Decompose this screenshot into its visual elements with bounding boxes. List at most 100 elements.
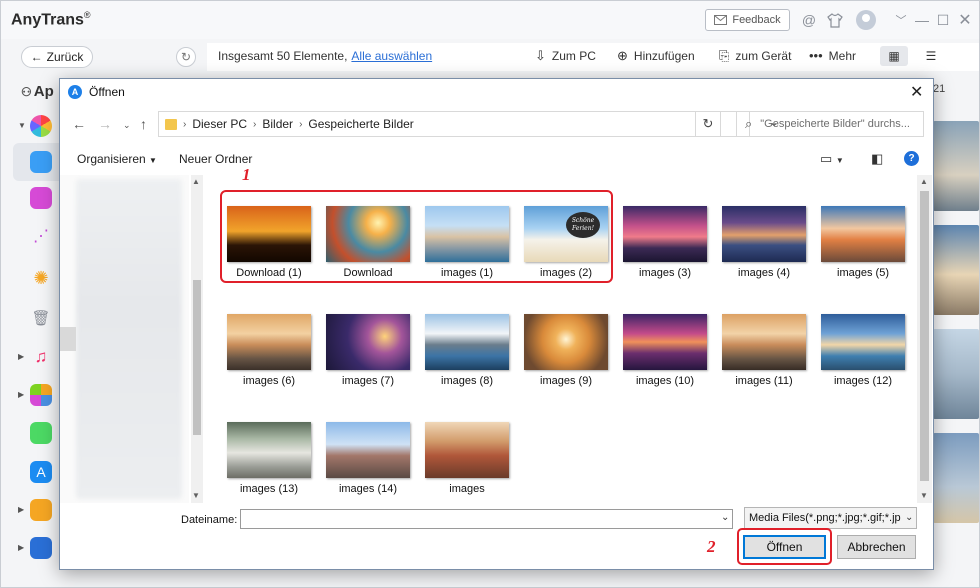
filetype-select[interactable]: Media Files(*.png;*.jpg;*.gif;*.jp — [744, 507, 917, 529]
palm-beach-thumbnail — [821, 314, 905, 370]
scrollbar-thumb[interactable] — [193, 280, 201, 435]
file-item[interactable]: images (10) — [616, 283, 712, 387]
recent-chevron-icon[interactable]: ⌄ — [123, 120, 131, 131]
file-name: images (8) — [441, 375, 493, 387]
scroll-down-icon[interactable]: ▼ — [920, 491, 928, 500]
view-options-icon[interactable]: ▭ ▼ — [820, 151, 844, 167]
new-folder-button[interactable]: Neuer Ordner — [179, 152, 252, 166]
file-item[interactable]: images (7) — [319, 283, 415, 387]
sidebar-item-appstore[interactable]: A — [1, 457, 63, 487]
up-arrow-icon[interactable]: ↑ — [140, 116, 147, 132]
file-item[interactable]: images (11) — [715, 283, 811, 387]
filename-dropdown-icon[interactable]: ⌄ — [721, 512, 729, 523]
sidebar-item-albums[interactable] — [1, 183, 63, 213]
file-item[interactable]: images (5) — [814, 175, 910, 279]
file-name: images (4) — [738, 267, 790, 279]
breadcrumb-item[interactable]: Gespeicherte Bilder — [308, 117, 413, 131]
sidebar-item-photos[interactable]: ▼ — [1, 111, 63, 141]
file-item[interactable]: images (12) — [814, 283, 910, 387]
list-view-button[interactable]: ☰ — [917, 46, 945, 66]
file-item[interactable]: images (8) — [418, 283, 514, 387]
breadcrumb-separator-icon: › — [299, 118, 303, 130]
expand-arrow-icon: ▶ — [18, 543, 25, 552]
sidebar-item-messages[interactable] — [1, 418, 63, 448]
file-list-scrollbar[interactable]: ▲ ▼ — [917, 175, 932, 503]
file-name: images (6) — [243, 375, 295, 387]
expand-arrow-icon: ▶ — [18, 352, 25, 361]
dialog-titlebar: A Öffnen ✕ — [60, 79, 933, 107]
file-item[interactable]: images (6) — [220, 283, 316, 387]
dialog-close-icon[interactable]: ✕ — [910, 82, 923, 102]
sidebar-item-shared[interactable]: ⋰ — [1, 221, 63, 251]
file-item[interactable]: images (3) — [616, 175, 712, 279]
scrollbar-thumb[interactable] — [920, 191, 929, 481]
help-icon[interactable]: ? — [904, 151, 919, 166]
device-icon: ⎘ — [719, 48, 730, 63]
filename-input[interactable] — [240, 509, 733, 529]
address-refresh-button[interactable]: ↻ — [695, 111, 721, 137]
file-name: images — [449, 483, 485, 495]
sidebar-item-trash[interactable]: 🗑 — [1, 303, 63, 333]
sidebar-item-pictures[interactable] — [1, 147, 63, 177]
grid-view-button[interactable]: ▦ — [880, 46, 908, 66]
sidebar-item-more[interactable]: ▶ — [1, 533, 63, 563]
organize-menu[interactable]: Organisieren ▼ — [77, 152, 157, 166]
file-item[interactable]: images — [418, 391, 514, 495]
breadcrumb-item[interactable]: Dieser PC — [192, 117, 247, 131]
back-button[interactable]: ← Zurück — [21, 46, 93, 68]
pink-sunset-thumbnail — [623, 206, 707, 262]
search-input[interactable]: ⌕ "Gespeicherte Bilder" durchs... — [736, 111, 924, 137]
filetype-dropdown-icon[interactable]: ⌄ — [905, 512, 913, 523]
preview-pane-icon[interactable]: ◧ — [871, 151, 883, 167]
shirt-icon[interactable] — [824, 9, 846, 31]
cancel-button[interactable]: Abbrechen — [837, 535, 916, 559]
app-title: AnyTrans® — [11, 10, 91, 29]
app-refresh-button[interactable]: ↻ — [176, 47, 196, 67]
scroll-up-icon[interactable]: ▲ — [192, 177, 200, 186]
avatar[interactable] — [856, 10, 876, 30]
anytrans-app-icon: A — [68, 85, 82, 99]
folder-icon — [165, 118, 177, 130]
scroll-down-icon[interactable]: ▼ — [192, 491, 200, 500]
maximize-icon[interactable]: ☐ — [932, 9, 954, 31]
patio-thumbnail — [227, 422, 311, 478]
item-count: Insgesamt 50 Elemente, Alle auswählen — [218, 49, 433, 63]
more-button[interactable]: ••• Mehr — [809, 48, 856, 63]
to-pc-button[interactable]: ⇩ Zum PC — [535, 48, 596, 64]
file-item[interactable]: images (9) — [517, 283, 613, 387]
photos-icon — [30, 115, 52, 137]
grid-apps-icon — [30, 384, 52, 406]
app-sidebar: ⚇ Ap ▼ ⋰ ✺ 🗑 ▶ ♫ ▶ A ▶ ▶ — [1, 39, 63, 587]
address-bar[interactable]: › Dieser PC › Bilder › Gespeicherte Bild… — [158, 111, 750, 137]
list-icon: ☰ — [925, 49, 937, 63]
to-device-button[interactable]: ⎘ zum Gerät — [719, 48, 791, 64]
step-1-annotation: 1 — [242, 165, 251, 184]
dots-icon — [30, 537, 52, 559]
open-file-dialog: A Öffnen ✕ ← → ⌄ ↑ › Dieser PC › Bilder … — [59, 78, 934, 570]
sidebar-item-apps-group[interactable]: ▶ — [1, 380, 63, 410]
open-button[interactable]: Öffnen — [743, 535, 826, 559]
feedback-button[interactable]: Feedback — [705, 9, 790, 31]
sidebar-item-other[interactable]: ▶ — [1, 495, 63, 525]
navigation-pane[interactable] — [60, 175, 189, 503]
breadcrumb-item[interactable]: Bilder — [262, 117, 293, 131]
scroll-up-icon[interactable]: ▲ — [920, 177, 928, 186]
nav-pane-scrollbar[interactable]: ▲ ▼ — [191, 175, 203, 503]
nav-pane-selection — [60, 327, 76, 351]
close-icon[interactable]: ✕ — [954, 9, 976, 31]
file-item[interactable]: images (14) — [319, 391, 415, 495]
back-arrow-icon[interactable]: ← — [72, 116, 86, 132]
forward-arrow-icon[interactable]: → — [98, 116, 112, 132]
sidebar-item-sunflower[interactable]: ✺ — [1, 263, 63, 293]
minimize-icon[interactable]: — — [911, 9, 933, 31]
file-item[interactable]: images (4) — [715, 175, 811, 279]
at-sign-icon[interactable]: @ — [798, 9, 820, 31]
file-name: images (9) — [540, 375, 592, 387]
file-item[interactable]: images (13) — [220, 391, 316, 495]
expand-arrow-icon: ▼ — [18, 121, 26, 130]
add-button[interactable]: ⊕ Hinzufügen — [617, 48, 695, 64]
chevron-down-icon[interactable]: ﹀ — [890, 9, 912, 31]
sidebar-item-music[interactable]: ▶ ♫ — [1, 342, 63, 372]
link-icon — [30, 499, 52, 521]
select-all-link[interactable]: Alle auswählen — [351, 49, 432, 63]
